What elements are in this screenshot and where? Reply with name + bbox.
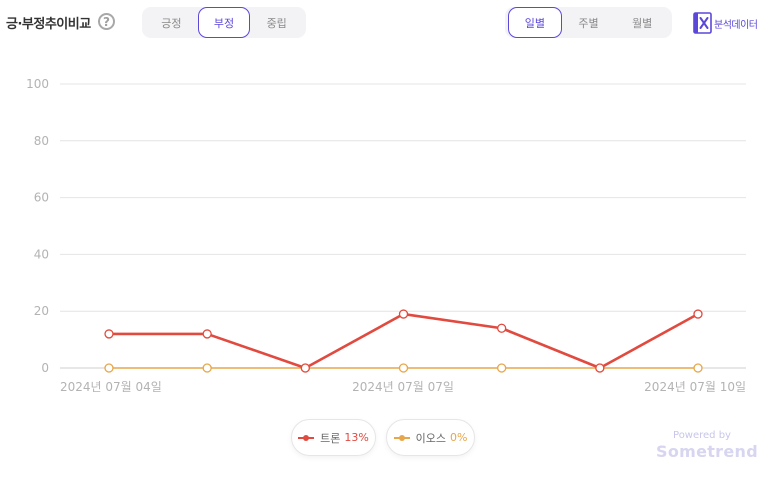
legend-series-2-percent: 0% bbox=[449, 431, 468, 444]
data-point-series-2[interactable] bbox=[497, 363, 507, 373]
data-point-series-1[interactable] bbox=[300, 363, 310, 373]
data-point-series-2[interactable] bbox=[104, 363, 114, 373]
y-tick-label: 60 bbox=[34, 191, 49, 205]
y-tick-label: 40 bbox=[34, 247, 49, 261]
data-point-series-1[interactable] bbox=[398, 309, 409, 319]
y-tick-label: 100 bbox=[26, 77, 49, 91]
x-tick-label: 2024년 07월 04일 bbox=[60, 380, 162, 394]
data-point-series-1[interactable] bbox=[595, 363, 605, 373]
data-point-series-2[interactable] bbox=[202, 363, 212, 373]
legend-series-2-name: 이오스 bbox=[415, 431, 446, 445]
powered-by-sometrend: Powered by Sometrend bbox=[656, 430, 758, 461]
data-point-series-2[interactable] bbox=[693, 363, 703, 373]
x-tick-label: 2024년 07월 07일 bbox=[352, 380, 454, 394]
legend-item-series-2[interactable]: 이오스 0% bbox=[386, 419, 475, 456]
brand-logo: Sometrend bbox=[656, 442, 758, 461]
data-point-series-1[interactable] bbox=[104, 329, 114, 339]
legend-series-1-name: 트론 bbox=[320, 431, 341, 445]
data-point-series-1[interactable] bbox=[693, 309, 703, 319]
y-tick-label: 0 bbox=[41, 361, 49, 375]
legend-item-series-1[interactable]: 트론 13% bbox=[291, 419, 376, 456]
data-point-series-1[interactable] bbox=[202, 329, 212, 339]
series-1-marker-icon bbox=[298, 434, 315, 441]
series-2-marker-icon bbox=[393, 434, 410, 441]
y-tick-label: 20 bbox=[34, 304, 49, 318]
legend-series-1-percent: 13% bbox=[344, 431, 369, 444]
line-chart: 0 20 40 60 80 100 2024년 07월 04일 2024년 07월 07일 20… bbox=[26, 77, 746, 394]
data-point-series-1[interactable] bbox=[497, 323, 507, 333]
series-line-1 bbox=[109, 312, 699, 370]
powered-by-label: Powered by bbox=[673, 430, 731, 441]
x-tick-label: 2024년 07월 10일 bbox=[644, 380, 746, 394]
y-tick-label: 80 bbox=[34, 134, 49, 148]
data-point-series-2[interactable] bbox=[398, 363, 409, 373]
